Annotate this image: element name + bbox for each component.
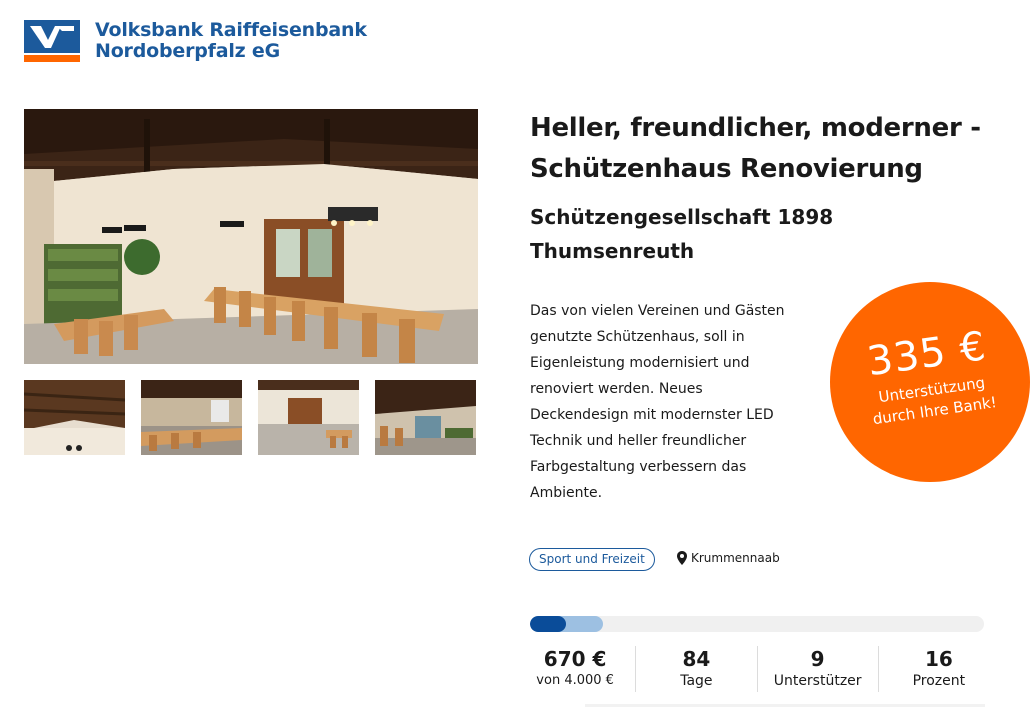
project-title: Heller, freundlicher, moderner - Schütze… bbox=[530, 113, 981, 184]
stat-supporters: 9 Unterstützer bbox=[758, 646, 879, 692]
thumbnail-hall-room[interactable] bbox=[258, 380, 359, 455]
thumbnail-dining-tables[interactable] bbox=[141, 380, 242, 455]
stat-percent: 16 Prozent bbox=[879, 646, 999, 692]
funding-stats: 670 € von 4.000 € 84 Tage 9 Unterstützer… bbox=[515, 646, 999, 692]
vr-logo-icon bbox=[24, 20, 80, 62]
funding-progress-bar bbox=[530, 616, 984, 632]
bank-name: Volksbank Raiffeisenbank Nordoberpfalz e… bbox=[95, 20, 367, 62]
stat-days-label: Tage bbox=[680, 673, 713, 689]
location: Krummennaab bbox=[677, 551, 780, 565]
location-name: Krummennaab bbox=[691, 551, 780, 565]
hall-interior-image[interactable] bbox=[24, 109, 478, 364]
stat-days: 84 Tage bbox=[636, 646, 758, 692]
map-pin-icon bbox=[677, 551, 687, 565]
progress-funded-fill bbox=[530, 616, 567, 632]
thumbnail-strip bbox=[24, 380, 476, 455]
bank-logo[interactable]: Volksbank Raiffeisenbank Nordoberpfalz e… bbox=[24, 20, 367, 62]
stat-supporters-label: Unterstützer bbox=[773, 673, 862, 689]
stat-raised-value: 670 € bbox=[543, 647, 607, 671]
bank-name-line2: Nordoberpfalz eG bbox=[95, 40, 280, 62]
bank-support-badge: 335 € Unterstützung durch Ihre Bank! bbox=[830, 282, 1030, 482]
stat-percent-label: Prozent bbox=[912, 673, 966, 689]
thumbnail-ceiling[interactable] bbox=[24, 380, 125, 455]
project-description: Das von vielen Vereinen und Gästen genut… bbox=[530, 303, 785, 501]
organization-name: Schützengesellschaft 1898 Thumsenreuth bbox=[530, 205, 834, 263]
stat-raised: 670 € von 4.000 € bbox=[515, 646, 637, 692]
bank-support-badge-content: 335 € Unterstützung durch Ihre Bank! bbox=[825, 319, 1035, 436]
stat-percent-value: 16 bbox=[924, 647, 953, 671]
stat-raised-label: von 4.000 € bbox=[536, 673, 614, 688]
category-tag[interactable]: Sport und Freizeit bbox=[529, 548, 655, 571]
stat-days-value: 84 bbox=[682, 647, 711, 671]
bank-name-line1: Volksbank Raiffeisenbank bbox=[95, 19, 367, 41]
stat-supporters-value: 9 bbox=[810, 647, 825, 671]
thumbnail-bar-area[interactable] bbox=[375, 380, 476, 455]
